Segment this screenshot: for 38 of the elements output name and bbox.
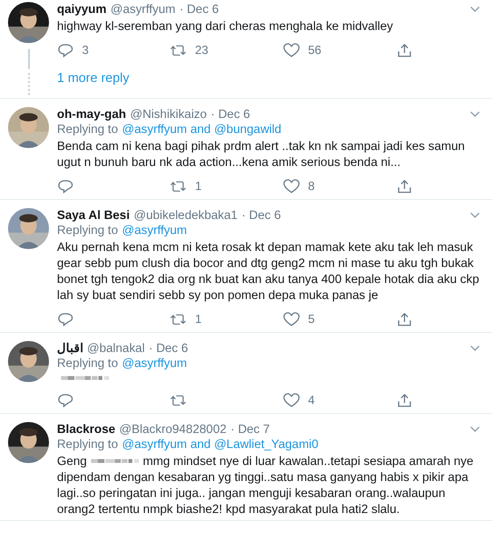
tweet-text: dipendam dengan kesabaran yg tinggi..satu masa ganyang habis x pikir apa lagi..so peringatan ini juga.. jangan menguji kesabaran orang..walaupun orang2 tertentu nmpk biashe2! kpd masyarakat pula hati2 slalu. [57, 469, 470, 517]
retweet-count: 23 [195, 43, 208, 57]
user-handle[interactable]: @asyrffyum [110, 2, 176, 16]
more-replies-link[interactable]: 1 more reply [57, 70, 130, 85]
like-count: 56 [308, 43, 322, 57]
replying-label: Replying to [57, 122, 118, 136]
tweet-text: highway kl-seremban yang dari cheras menghala ke midvalley [57, 18, 394, 34]
tweet-date[interactable]: · Dec 6 [242, 208, 281, 222]
reply-count: 3 [82, 43, 89, 57]
like-count: 8 [308, 179, 315, 193]
user-name[interactable]: Saya Al Besi [57, 208, 130, 222]
like-count: 4 [308, 393, 315, 407]
replying-label: Replying to [57, 437, 118, 451]
tweet-date[interactable]: · Dec 6 [148, 341, 188, 355]
retweet-count: 1 [195, 312, 202, 326]
tweet-date[interactable]: · Dec 7 [230, 422, 270, 436]
user-handle[interactable]: @Nishikikaizo [130, 107, 207, 121]
mention-link[interactable]: @asyrffyum and @Lawliet_Yagami0 [122, 437, 318, 451]
mention-link[interactable]: @asyrffyum [122, 223, 187, 237]
replying-label: Replying to [57, 356, 118, 370]
user-name[interactable]: qaiyyum [57, 2, 106, 16]
tweet-text: Benda cam ni kena bagi pihak prdm alert ..tak kn nk sampai jadi kes samun ugut n bunuh baru nk ada action...kena amik serious benda ni... [57, 138, 466, 170]
tweet-text: Aku pernah kena mcm ni keta rosak kt depan mamak kete aku tak leh masuk gear sebb pum clush dia bocor and dtg geng2 mcm ni mase tu aku tgh bukak bonet tgh tengok2 dia org nk buat kan aku tanya 400 kepale hotak dia aku ckp lah sy buat sendiri sebb sy pon pomen depa muka panas je [57, 239, 480, 303]
retweet-count: 1 [195, 179, 202, 193]
tweet-text: mmg mindset nye di luar kawalan..tetapi sesiapa amarah nye [142, 453, 474, 469]
mention-link[interactable]: @asyrffyum and @bungawild [122, 122, 282, 136]
user-handle[interactable]: @ubikeledekbaka1 [134, 208, 238, 222]
user-handle[interactable]: @balnakal [87, 341, 145, 355]
user-handle[interactable]: @Blackro94828002 [119, 422, 227, 436]
user-name[interactable]: Blackrose [57, 422, 116, 436]
tweet-date[interactable]: · Dec 6 [179, 2, 219, 16]
replying-label: Replying to [57, 223, 118, 237]
like-count: 5 [308, 312, 315, 326]
tweet-date[interactable]: · Dec 6 [210, 107, 250, 121]
user-name[interactable]: oh-may-gah [57, 107, 126, 121]
tweet-text: Geng [57, 453, 87, 469]
mention-link[interactable]: @asyrffyum [122, 356, 187, 370]
user-name[interactable]: اقبال [57, 341, 83, 355]
